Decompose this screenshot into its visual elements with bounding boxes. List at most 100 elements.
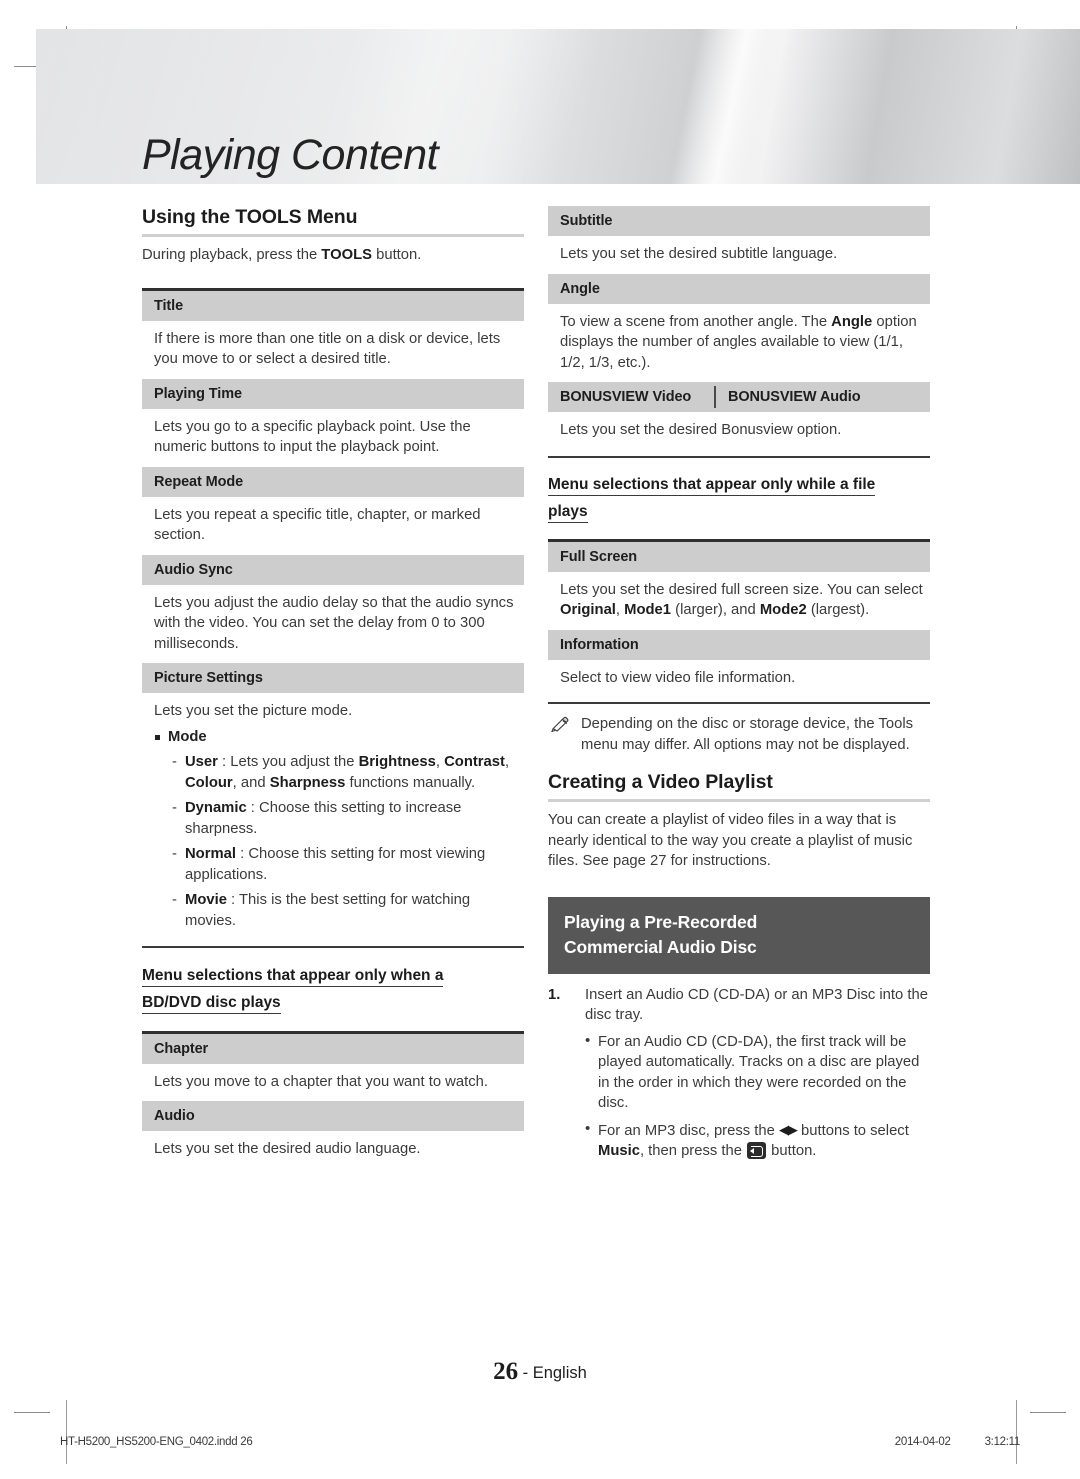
bullet2-b1: Music bbox=[598, 1143, 640, 1159]
heading-bd-dvd-line1: Menu selections that appear only when a bbox=[142, 966, 444, 987]
section-rule-file-plays bbox=[548, 455, 930, 458]
heading-rule-playlist bbox=[548, 799, 930, 802]
row-head-bonusview: BONUSVIEW Video BONUSVIEW Audio bbox=[548, 382, 930, 412]
row-head-bonusview-video: BONUSVIEW Video bbox=[560, 389, 692, 405]
enter-button-icon bbox=[747, 1142, 767, 1159]
fs-b3: Mode2 bbox=[759, 602, 807, 618]
heading-bd-dvd-line2: BD/DVD disc plays bbox=[142, 993, 281, 1014]
mode-user-t5: functions manually. bbox=[345, 774, 476, 791]
print-footer: HT-H5200_HS5200-ENG_0402.indd 26 2014-04… bbox=[60, 1436, 1020, 1448]
note-tools-menu: Depending on the disc or storage device,… bbox=[548, 714, 930, 755]
left-right-arrow-buttons-icon: ◀▶ bbox=[778, 1121, 798, 1137]
mode-user-t1: Lets you adjust the bbox=[230, 753, 359, 770]
bullet2-t4: button. bbox=[767, 1143, 817, 1159]
footer-date: 2014-04-02 bbox=[894, 1436, 951, 1448]
fs-b1: Original bbox=[560, 602, 616, 618]
angle-t1: To view a scene from another angle. The bbox=[560, 313, 832, 330]
row-body-title: If there is more than one title on a dis… bbox=[154, 330, 501, 368]
row-body-information: Select to view video file information. bbox=[560, 669, 796, 686]
row-head-chapter: Chapter bbox=[142, 1033, 524, 1064]
mode-dynamic-sep: : bbox=[246, 799, 260, 816]
row-body-repeat-mode: Lets you repeat a specific title, chapte… bbox=[154, 506, 481, 544]
crop-mark-bottom-left-vertical bbox=[66, 1400, 67, 1464]
step-1-number: 1. bbox=[548, 986, 561, 1003]
section-rule-bd-dvd bbox=[142, 945, 524, 948]
fs-t2: , bbox=[615, 602, 625, 618]
row-body-playing-time: Lets you go to a specific playback point… bbox=[154, 418, 471, 456]
tools-intro-part2: button. bbox=[372, 247, 422, 263]
row-head-audio: Audio bbox=[142, 1101, 524, 1131]
mode-user: User : Lets you adjust the Brightness, C… bbox=[154, 752, 524, 794]
step-1-bullet-1: For an Audio CD (CD-DA), the first track… bbox=[548, 1031, 930, 1114]
mode-user-b4: Sharpness bbox=[269, 774, 346, 791]
heading-file-line1: Menu selections that appear only while a… bbox=[548, 475, 876, 496]
heading-file-selections: Menu selections that appear only while a… bbox=[548, 471, 930, 525]
mode-user-b3: Colour bbox=[185, 774, 233, 791]
row-head-repeat-mode: Repeat Mode bbox=[142, 466, 524, 497]
chapter-banner: Playing Content bbox=[36, 29, 1080, 184]
heading-file-line2: plays bbox=[548, 502, 588, 523]
fs-b2: Mode1 bbox=[624, 602, 672, 618]
fs-t4: (largest). bbox=[806, 602, 870, 618]
section-banner-line2: Commercial Audio Disc bbox=[564, 936, 757, 957]
page-number-language: - English bbox=[522, 1364, 587, 1382]
mode-normal: Normal : Choose this setting for most vi… bbox=[154, 844, 524, 886]
step-1-bullet-2: For an MP3 disc, press the ◀▶ buttons to… bbox=[548, 1119, 930, 1162]
footer-time: 3:12:11 bbox=[984, 1436, 1021, 1448]
row-body-bonusview: Lets you set the desired Bonusview optio… bbox=[560, 422, 842, 438]
mode-user-b1: Brightness bbox=[358, 753, 436, 770]
pencil-icon bbox=[551, 716, 569, 732]
tools-intro: During playback, press the TOOLS button. bbox=[142, 244, 524, 275]
page-title: Playing Content bbox=[142, 131, 439, 179]
row-head-subtitle: Subtitle bbox=[548, 206, 930, 236]
mode-user-t4: , and bbox=[232, 774, 270, 791]
row-body-chapter: Lets you move to a chapter that you want… bbox=[154, 1073, 488, 1090]
fs-t1: Lets you set the desired full screen siz… bbox=[560, 581, 923, 598]
row-body-full-screen: Lets you set the desired full screen siz… bbox=[548, 572, 930, 630]
note-rule bbox=[548, 702, 930, 704]
mode-dynamic: Dynamic : Choose this setting to increas… bbox=[154, 798, 524, 840]
section-banner-prerecorded-audio-disc: Playing a Pre-Recorded Commercial Audio … bbox=[548, 896, 930, 974]
step-1-text: Insert an Audio CD (CD-DA) or an MP3 Dis… bbox=[585, 986, 928, 1024]
note-text: Depending on the disc or storage device,… bbox=[581, 716, 914, 753]
tools-intro-part1: During playback, press the bbox=[142, 247, 322, 263]
crop-mark-bottom-left-horizontal bbox=[14, 1412, 50, 1413]
heading-bd-dvd-selections: Menu selections that appear only when a … bbox=[142, 962, 524, 1016]
left-column: Using the TOOLS Menu During playback, pr… bbox=[142, 206, 524, 1169]
footer-filename: HT-H5200_HS5200-ENG_0402.indd 26 bbox=[60, 1436, 253, 1448]
row-body-audio: Lets you set the desired audio language. bbox=[154, 1141, 421, 1157]
mode-user-t3: , bbox=[504, 753, 510, 770]
row-head-audio-sync: Audio Sync bbox=[142, 554, 524, 585]
mode-label: Mode bbox=[154, 727, 524, 748]
mode-user-sep: : bbox=[217, 753, 231, 770]
row-head-picture-settings: Picture Settings bbox=[142, 663, 524, 693]
row-body-audio-sync: Lets you adjust the audio delay so that … bbox=[154, 594, 514, 652]
fs-t3: (larger), and bbox=[671, 602, 760, 618]
row-head-full-screen: Full Screen bbox=[548, 541, 930, 572]
mode-movie-name: Movie bbox=[185, 891, 227, 908]
mode-user-t2: , bbox=[435, 753, 445, 770]
crop-mark-bottom-right-vertical bbox=[1016, 1400, 1017, 1464]
section-banner-line1: Playing a Pre-Recorded bbox=[564, 911, 758, 932]
row-head-bonusview-audio: BONUSVIEW Audio bbox=[728, 389, 861, 405]
mode-user-b2: Contrast bbox=[444, 753, 505, 770]
row-head-playing-time: Playing Time bbox=[142, 378, 524, 409]
row-body-subtitle: Lets you set the desired subtitle langua… bbox=[560, 246, 838, 262]
mode-movie-sep: : bbox=[226, 891, 240, 908]
step-1: 1. Insert an Audio CD (CD-DA) or an MP3 … bbox=[548, 985, 930, 1026]
mode-normal-sep: : bbox=[235, 845, 249, 862]
heading-rule bbox=[142, 234, 524, 237]
row-body-angle: To view a scene from another angle. The … bbox=[548, 304, 930, 383]
mode-movie: Movie : This is the best setting for wat… bbox=[154, 890, 524, 932]
tools-intro-bold: TOOLS bbox=[321, 247, 372, 263]
picture-mode-list: Mode User : Lets you adjust the Brightne… bbox=[142, 725, 524, 936]
page-number-value: 26 bbox=[493, 1358, 519, 1385]
right-column: Subtitle Lets you set the desired subtit… bbox=[548, 206, 930, 1162]
row-head-information: Information bbox=[548, 629, 930, 660]
heading-using-tools-menu: Using the TOOLS Menu bbox=[142, 206, 358, 228]
heading-creating-video-playlist: Creating a Video Playlist bbox=[548, 771, 773, 793]
row-body-picture-settings: Lets you set the picture mode. bbox=[154, 703, 353, 719]
bullet2-t2: buttons to select bbox=[796, 1122, 909, 1139]
mode-dynamic-name: Dynamic bbox=[185, 799, 247, 816]
row-head-angle: Angle bbox=[548, 273, 930, 304]
